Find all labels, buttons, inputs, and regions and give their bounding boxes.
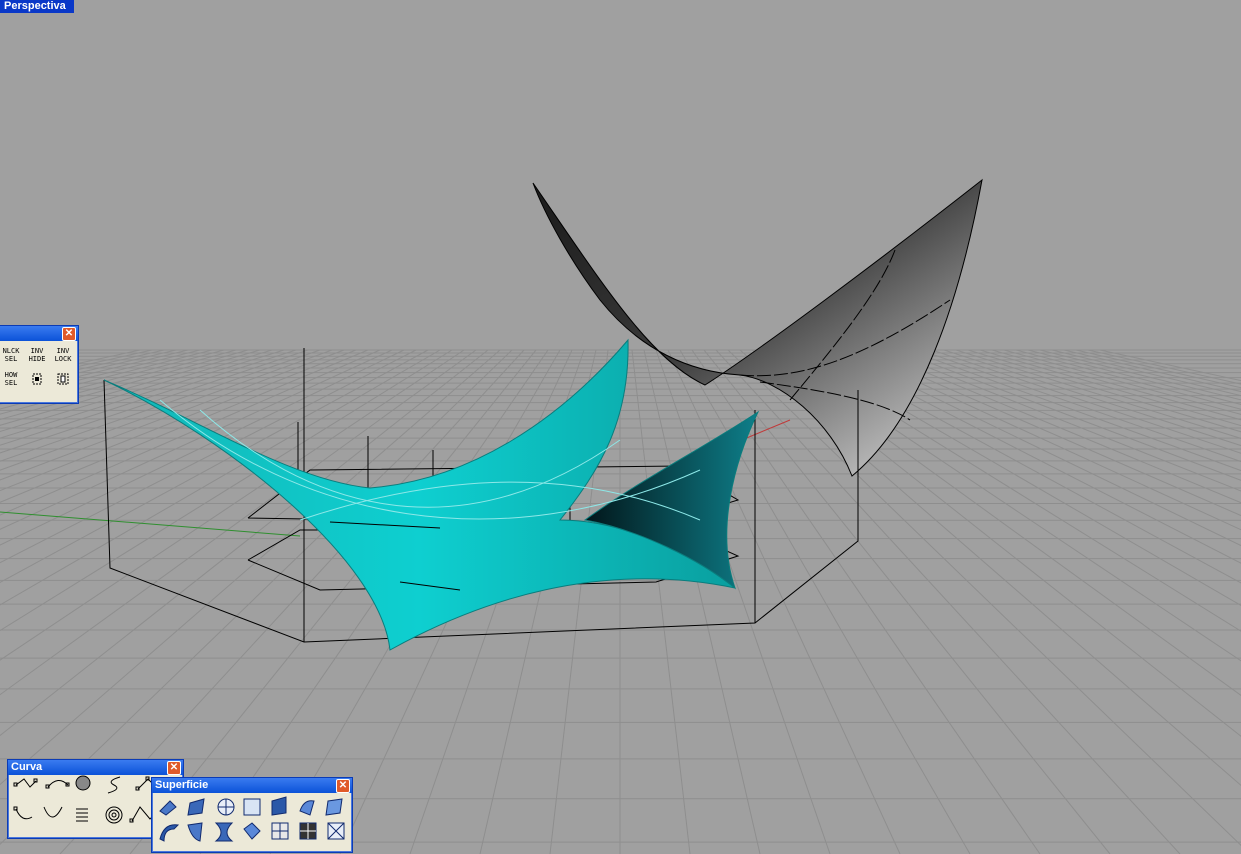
show-selected-button[interactable]: HOW SEL: [1, 371, 21, 387]
y-axis-line: [0, 511, 301, 537]
close-icon[interactable]: ✕: [62, 327, 76, 341]
s-curve-icon: [107, 776, 121, 794]
scene-canvas[interactable]: [0, 0, 1241, 854]
surface-tools-icons[interactable]: [152, 793, 352, 849]
extrude-surface-icon: [271, 796, 287, 816]
arc-icon: [13, 806, 33, 820]
sweep-surface-icon: [299, 800, 315, 816]
surface-toolbar[interactable]: Superficie ✕: [151, 777, 353, 853]
surface-edge-icon: [187, 798, 205, 816]
u-curve-icon: [43, 806, 63, 818]
cone-surface-icon: [187, 822, 203, 842]
split-surface-icon: [299, 822, 317, 840]
curve-toolbar-title: Curva: [11, 761, 43, 773]
close-icon[interactable]: ✕: [336, 779, 350, 793]
loft-surface-icon: [325, 798, 343, 816]
invert-hide-button[interactable]: INV HIDE: [27, 347, 47, 363]
select-toolbar[interactable]: ✕ NLCK SEL INV HIDE INV LOCK HOW SEL: [0, 325, 79, 404]
swap-hidden-icon[interactable]: [53, 371, 73, 387]
sphere-icon: [75, 775, 91, 791]
plane-surface-icon: [243, 798, 261, 816]
spiral-icon: [105, 806, 123, 824]
invert-lock-button[interactable]: INV LOCK: [53, 347, 73, 363]
box-surface-icon: [243, 822, 261, 840]
unlock-selected-button[interactable]: NLCK SEL: [1, 347, 21, 363]
arc-surface-icon: [159, 824, 180, 842]
viewport-title[interactable]: Perspectiva: [0, 0, 74, 13]
hyperboloid-icon: [214, 822, 234, 842]
grid-surface-icon: [271, 822, 289, 840]
surface-toolbar-title: Superficie: [155, 779, 209, 791]
show-select-icon[interactable]: [27, 371, 47, 387]
surface-from-points-icon: [159, 800, 177, 816]
revolve-surface-icon: [217, 798, 235, 816]
close-icon[interactable]: ✕: [167, 761, 181, 775]
curve-cv-icon: [45, 780, 70, 789]
helix-icon: [76, 808, 88, 822]
patch-surface-icon: [327, 822, 345, 840]
polyline-icon: [13, 778, 38, 788]
perspective-viewport[interactable]: Perspectiva: [0, 0, 1241, 854]
